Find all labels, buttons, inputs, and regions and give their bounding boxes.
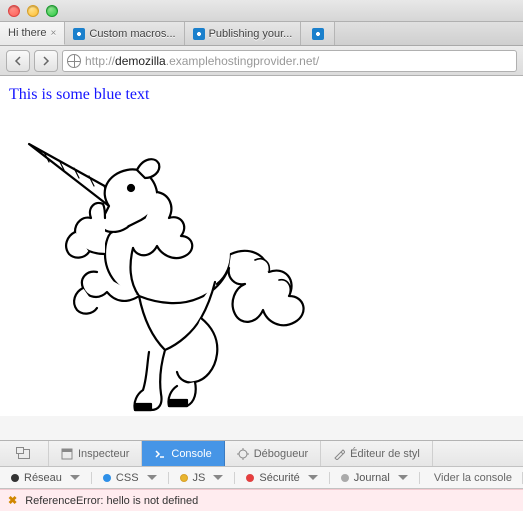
filter-css[interactable]: CSS	[92, 472, 169, 484]
dot-icon	[246, 474, 254, 482]
filter-label: Réseau	[24, 472, 62, 484]
filter-network[interactable]: Réseau	[0, 472, 92, 484]
url-host-suffix: .examplehostingprovider.net	[166, 54, 316, 68]
chevron-down-icon	[70, 475, 80, 480]
tab-3[interactable]	[301, 22, 335, 45]
tab-label: Éditeur de styl	[350, 448, 420, 460]
tab-2[interactable]: Publishing your...	[185, 22, 302, 45]
globe-icon	[67, 54, 81, 68]
inspector-icon	[61, 448, 73, 460]
url-bar[interactable]: http://demozilla.examplehostingprovider.…	[62, 50, 517, 72]
favicon-icon	[193, 28, 205, 40]
chevron-down-icon	[213, 475, 223, 480]
filter-label: Sécurité	[259, 472, 299, 484]
undock-icon	[18, 449, 30, 459]
filter-js[interactable]: JS	[169, 472, 236, 484]
favicon-icon	[73, 28, 85, 40]
tab-label: Hi there	[8, 27, 47, 39]
console-error-row[interactable]: ✖ ReferenceError: hello is not defined	[0, 489, 523, 511]
clear-label: Vider la console	[434, 472, 512, 484]
tab-strip: Hi there × Custom macros... Publishing y…	[0, 22, 523, 46]
devtools-panel: Inspecteur Console Débogueur Éditeur de …	[0, 440, 523, 511]
chevron-down-icon	[398, 475, 408, 480]
console-error-text: ReferenceError: hello is not defined	[25, 495, 198, 507]
url-protocol: http://	[85, 54, 115, 68]
dot-icon	[341, 474, 349, 482]
devtools-tab-style-editor[interactable]: Éditeur de styl	[321, 441, 433, 466]
url-host: demozilla	[115, 54, 166, 68]
forward-button[interactable]	[34, 50, 58, 72]
chevron-down-icon	[308, 475, 318, 480]
favicon-icon	[312, 28, 324, 40]
tab-label: Débogueur	[254, 448, 308, 460]
page-text: This is some blue text	[9, 86, 514, 104]
clear-console-button[interactable]: Vider la console	[424, 472, 523, 484]
zoom-window-button[interactable]	[46, 5, 58, 17]
url-text: http://demozilla.examplehostingprovider.…	[85, 54, 319, 68]
dot-icon	[11, 474, 19, 482]
window-titlebar	[0, 0, 523, 22]
filter-label: CSS	[116, 472, 139, 484]
url-path: /	[316, 54, 319, 68]
filter-security[interactable]: Sécurité	[235, 472, 329, 484]
devtools-tab-console[interactable]: Console	[142, 441, 224, 466]
close-window-button[interactable]	[8, 5, 20, 17]
devtools-undock[interactable]	[0, 441, 49, 466]
filter-logging[interactable]: Journal	[330, 472, 420, 484]
devtools-tab-inspector[interactable]: Inspecteur	[49, 441, 142, 466]
tab-1[interactable]: Custom macros...	[65, 22, 184, 45]
devtools-tab-debugger[interactable]: Débogueur	[225, 441, 321, 466]
console-filter-bar: Réseau CSS JS Sécurité Journal Vider la …	[0, 467, 523, 489]
dot-icon	[180, 474, 188, 482]
nav-toolbar: http://demozilla.examplehostingprovider.…	[0, 46, 523, 76]
minimize-window-button[interactable]	[27, 5, 39, 17]
forward-arrow-icon	[41, 56, 51, 66]
page-content: This is some blue text	[0, 76, 523, 416]
chevron-down-icon	[147, 475, 157, 480]
debugger-icon	[237, 448, 249, 460]
devtools-tabs: Inspecteur Console Débogueur Éditeur de …	[0, 441, 523, 467]
tab-label: Publishing your...	[209, 28, 293, 40]
close-tab-icon[interactable]: ×	[51, 28, 57, 39]
filter-label: JS	[193, 472, 206, 484]
back-arrow-icon	[13, 56, 23, 66]
page-image	[9, 114, 309, 414]
tab-label: Custom macros...	[89, 28, 175, 40]
back-button[interactable]	[6, 50, 30, 72]
unicorn-image	[9, 114, 309, 414]
tab-label: Console	[171, 448, 211, 460]
warning-icon: ✖	[8, 494, 17, 507]
console-icon	[154, 448, 166, 460]
tab-label: Inspecteur	[78, 448, 129, 460]
style-editor-icon	[333, 448, 345, 460]
dot-icon	[103, 474, 111, 482]
tab-0[interactable]: Hi there ×	[0, 22, 65, 45]
filter-label: Journal	[354, 472, 390, 484]
